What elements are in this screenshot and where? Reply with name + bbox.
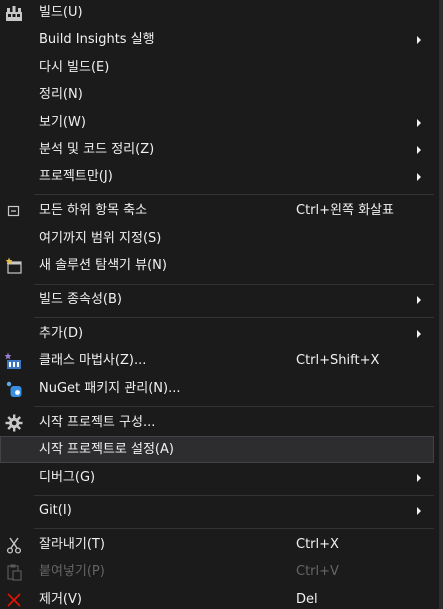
- submenu-arrow-icon: [417, 36, 421, 44]
- menu-item-label: 추가(D): [39, 326, 84, 341]
- menu-item-add[interactable]: 추가(D): [0, 321, 434, 347]
- menu-item-new-solution-explorer-view[interactable]: 새 솔루션 탐색기 뷰(N): [0, 253, 434, 279]
- new-solution-explorer-view-icon: [4, 256, 24, 276]
- menu-item-shortcut: Ctrl+Shift+X: [296, 353, 380, 368]
- menu-item-git[interactable]: Git(I): [0, 498, 434, 524]
- menu-item-label: 시작 프로젝트 구성...: [39, 415, 156, 430]
- menu-item-label: 시작 프로젝트로 설정(A): [39, 442, 174, 457]
- menu-item-build-dependencies[interactable]: 빌드 종속성(B): [0, 287, 434, 313]
- menu-separator: [34, 406, 434, 407]
- menu-item-label: 붙여넣기(P): [39, 564, 105, 579]
- menu-item-set-as-startup[interactable]: 시작 프로젝트로 설정(A): [0, 436, 434, 463]
- nuget-icon: [4, 379, 24, 399]
- menu-item-rebuild[interactable]: 다시 빌드(E): [0, 55, 434, 81]
- menu-item-scope-to-this[interactable]: 여기까지 범위 지정(S): [0, 226, 434, 252]
- menu-item-clean[interactable]: 정리(N): [0, 82, 434, 108]
- submenu-arrow-icon: [417, 173, 421, 181]
- menu-separator: [34, 284, 434, 285]
- submenu-arrow-icon: [417, 330, 421, 338]
- menu-item-shortcut: Ctrl+왼쪽 화살표: [296, 203, 394, 218]
- menu-item-manage-nuget[interactable]: NuGet 패키지 관리(N)...: [0, 376, 434, 402]
- paste-icon: [4, 562, 24, 582]
- menu-item-debug[interactable]: 디버그(G): [0, 465, 434, 491]
- menu-item-label: 프로젝트만(J): [39, 169, 113, 184]
- menu-item-label: 보기(W): [39, 115, 86, 130]
- menu-item-label: 클래스 마법사(Z)...: [39, 353, 147, 368]
- menu-item-label: Git(I): [39, 503, 72, 518]
- menu-item-label: NuGet 패키지 관리(N)...: [39, 381, 181, 396]
- menu-item-shortcut: Ctrl+X: [296, 537, 339, 552]
- menu-item-cut[interactable]: 잘라내기(T) Ctrl+X: [0, 532, 434, 558]
- menu-item-view[interactable]: 보기(W): [0, 110, 434, 136]
- menu-item-label: 다시 빌드(E): [39, 60, 110, 75]
- menu-item-label: Build Insights 실행: [39, 32, 155, 47]
- menu-item-shortcut: Ctrl+V: [296, 564, 339, 579]
- menu-scrollbar-edge: [439, 0, 443, 609]
- submenu-arrow-icon: [417, 119, 421, 127]
- menu-item-paste: 붙여넣기(P) Ctrl+V: [0, 559, 434, 585]
- menu-item-analyze[interactable]: 분석 및 코드 정리(Z): [0, 137, 434, 163]
- menu-item-build-insights[interactable]: Build Insights 실행: [0, 27, 434, 53]
- scissors-icon: [4, 535, 24, 555]
- menu-separator: [34, 194, 434, 195]
- menu-separator: [34, 528, 434, 529]
- build-icon: [4, 3, 24, 23]
- context-menu: 빌드(U) Build Insights 실행 다시 빌드(E) 정리(N) 보…: [0, 0, 443, 609]
- menu-item-label: 여기까지 범위 지정(S): [39, 231, 162, 246]
- menu-item-label: 새 솔루션 탐색기 뷰(N): [39, 258, 167, 273]
- menu-item-collapse-all[interactable]: 모든 하위 항목 축소 Ctrl+왼쪽 화살표: [0, 198, 434, 224]
- menu-item-label: 정리(N): [39, 87, 83, 102]
- collapse-all-icon: [4, 201, 24, 221]
- menu-item-build[interactable]: 빌드(U): [0, 0, 434, 26]
- menu-item-configure-startup[interactable]: 시작 프로젝트 구성...: [0, 410, 434, 436]
- menu-item-project-only[interactable]: 프로젝트만(J): [0, 164, 434, 190]
- menu-item-shortcut: Del: [296, 592, 318, 607]
- submenu-arrow-icon: [417, 507, 421, 515]
- menu-item-label: 빌드 종속성(B): [39, 292, 122, 307]
- submenu-arrow-icon: [417, 474, 421, 482]
- gear-icon: [4, 413, 24, 433]
- menu-item-label: 잘라내기(T): [39, 537, 105, 552]
- close-icon: [4, 590, 24, 609]
- menu-item-remove[interactable]: 제거(V) Del: [0, 587, 434, 609]
- class-wizard-icon: [4, 351, 24, 371]
- menu-separator: [34, 495, 434, 496]
- submenu-arrow-icon: [417, 296, 421, 304]
- menu-item-label: 제거(V): [39, 592, 82, 607]
- menu-item-label: 모든 하위 항목 축소: [39, 203, 148, 218]
- submenu-arrow-icon: [417, 146, 421, 154]
- menu-item-label: 분석 및 코드 정리(Z): [39, 142, 155, 157]
- menu-separator: [34, 317, 434, 318]
- menu-item-class-wizard[interactable]: 클래스 마법사(Z)... Ctrl+Shift+X: [0, 348, 434, 374]
- menu-item-label: 빌드(U): [39, 5, 83, 20]
- menu-item-label: 디버그(G): [39, 470, 96, 485]
